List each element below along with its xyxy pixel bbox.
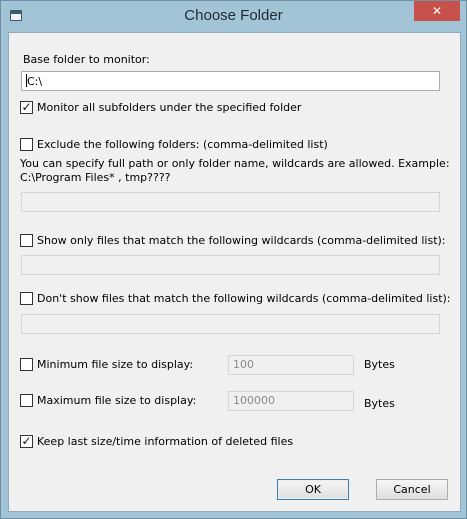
dont-show-input[interactable] bbox=[21, 314, 440, 334]
min-size-input[interactable]: 100 bbox=[228, 355, 354, 375]
exclude-hint-line2: C:\Program Files* , tmp???? bbox=[20, 171, 171, 184]
close-button[interactable]: ✕ bbox=[414, 1, 460, 21]
exclude-folders-label: Exclude the following folders: (comma-de… bbox=[37, 138, 328, 151]
choose-folder-window: Choose Folder ✕ Base folder to monitor: … bbox=[0, 0, 467, 519]
ok-button[interactable]: OK bbox=[277, 479, 349, 500]
cancel-button[interactable]: Cancel bbox=[376, 479, 448, 500]
checkbox-box bbox=[20, 394, 33, 407]
max-size-label: Maximum file size to display: bbox=[37, 394, 197, 407]
monitor-subfolders-label: Monitor all subfolders under the specifi… bbox=[37, 101, 302, 114]
show-only-label: Show only files that match the following… bbox=[37, 234, 446, 247]
base-folder-input[interactable]: C:\ bbox=[21, 71, 440, 91]
dont-show-label: Don't show files that match the followin… bbox=[37, 292, 451, 305]
check-icon: ✓ bbox=[21, 434, 32, 448]
checkbox-box bbox=[20, 234, 33, 247]
max-size-input[interactable]: 100000 bbox=[228, 391, 354, 411]
base-folder-label: Base folder to monitor: bbox=[23, 53, 150, 66]
dialog-body: Base folder to monitor: C:\ ✓ Monitor al… bbox=[8, 32, 461, 512]
checkbox-box: ✓ bbox=[20, 100, 33, 114]
check-icon: ✓ bbox=[21, 100, 32, 114]
show-only-input[interactable] bbox=[21, 255, 440, 275]
min-size-label: Minimum file size to display: bbox=[37, 358, 194, 371]
exclude-hint-line1: You can specify full path or only folder… bbox=[20, 157, 450, 170]
base-folder-value: C:\ bbox=[27, 75, 43, 88]
checkbox-box: ✓ bbox=[20, 434, 33, 448]
keep-last-label: Keep last size/time information of delet… bbox=[37, 435, 294, 448]
max-size-unit: Bytes bbox=[364, 397, 395, 410]
min-size-unit: Bytes bbox=[364, 358, 395, 371]
checkbox-box bbox=[20, 358, 33, 371]
checkbox-box bbox=[20, 292, 33, 305]
title-bar[interactable]: Choose Folder ✕ bbox=[1, 1, 466, 32]
checkbox-box bbox=[20, 138, 33, 151]
window-title: Choose Folder bbox=[184, 7, 283, 24]
exclude-folders-input[interactable] bbox=[21, 192, 440, 212]
